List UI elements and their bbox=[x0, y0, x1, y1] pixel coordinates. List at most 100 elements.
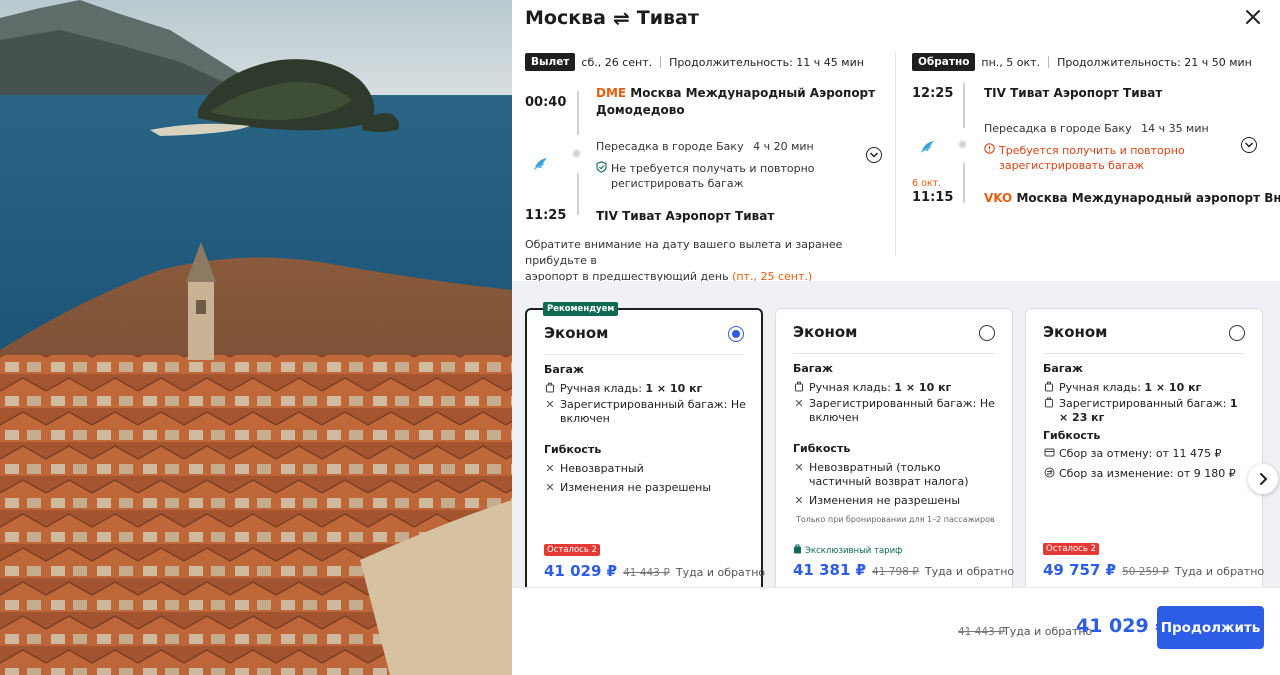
return-arr-airport-name: Москва Международный аэропорт Внуково А bbox=[1016, 191, 1280, 205]
checked-label: Зарегистрированный багаж: bbox=[809, 397, 977, 410]
price-row: 41 381 ₽ 41 798 ₽ Туда и обратно bbox=[793, 561, 1014, 579]
return-duration: Продолжительность: 21 ч 50 мин bbox=[1057, 55, 1252, 69]
price-note: Туда и обратно bbox=[675, 566, 766, 579]
airline-logo-icon bbox=[919, 138, 937, 156]
divider bbox=[660, 56, 662, 68]
carry-on-value: 1 × 10 кг bbox=[1144, 381, 1202, 394]
transfer-dot bbox=[958, 140, 967, 149]
tariff-old-price: 41 443 ₽ bbox=[623, 567, 670, 579]
return-arr-date: 6 окт. bbox=[912, 178, 942, 189]
cross-icon: ✕ bbox=[545, 462, 555, 475]
outbound-dep-airport-line1: Москва Международный Аэропорт bbox=[630, 86, 876, 100]
baggage-title: Багаж bbox=[1043, 362, 1083, 375]
return-transfer: Пересадка в городе Баку 14 ч 35 мин bbox=[984, 122, 1209, 135]
outbound-tag: Вылет bbox=[525, 53, 576, 71]
seats-left-badge: Осталось 2 bbox=[544, 544, 600, 556]
flexibility-title: Гибкость bbox=[1043, 429, 1101, 442]
return-tag: Обратно bbox=[912, 53, 976, 71]
carry-on-feature: Ручная кладь: 1 × 10 кг bbox=[1043, 381, 1248, 396]
tariff-radio[interactable] bbox=[1229, 325, 1245, 341]
destination-photo bbox=[0, 0, 512, 675]
return-arr-time: 11:15 bbox=[912, 190, 954, 205]
outbound-transfer-duration: 4 ч 20 мин bbox=[753, 140, 814, 153]
flex-text-2: Изменения не разрешены bbox=[809, 494, 961, 507]
exchange-icon bbox=[1043, 467, 1055, 482]
seats-left-badge: Осталось 2 bbox=[1043, 543, 1099, 555]
route-line bbox=[577, 173, 579, 215]
tariff-price: 41 029 ₽ bbox=[544, 562, 618, 580]
price-row: 49 757 ₽ 50 259 ₽ Туда и обратно bbox=[1043, 561, 1264, 579]
flex-feature-1: ✕ Невозвратный (только частичный возврат… bbox=[793, 461, 998, 489]
tariff-card-3[interactable]: Эконом Багаж Ручная кладь: 1 × 10 кг Зар… bbox=[1025, 308, 1264, 587]
checked-label: Зарегистрированный багаж: bbox=[560, 398, 728, 411]
carry-on-value: 1 × 10 кг bbox=[645, 382, 703, 395]
flexibility-title: Гибкость bbox=[793, 442, 851, 455]
outbound-bag-line1: Не требуется получать и повторно bbox=[611, 162, 815, 175]
tariff-name: Эконом bbox=[544, 324, 609, 342]
return-dep-airport-name: Тиват Аэропорт Тиват bbox=[1010, 86, 1163, 100]
departure-notice: Обратите внимание на дату вашего вылета … bbox=[525, 237, 895, 285]
tariff-options: Рекомендуем Эконом Багаж Ручная кладь: 1… bbox=[512, 281, 1280, 587]
close-icon[interactable] bbox=[1242, 6, 1264, 28]
outbound-transfer-city: Пересадка в городе Баку bbox=[596, 140, 744, 153]
flex-feature-1: Сбор за отмену: от 11 475 ₽ bbox=[1043, 447, 1248, 462]
flex-text-2: Сбор за изменение: от 9 180 ₽ bbox=[1059, 467, 1236, 480]
airline-logo-icon bbox=[532, 155, 550, 173]
carry-on-label: Ручная кладь: bbox=[1059, 381, 1141, 394]
checked-bag-feature: ✕ Зарегистрированный багаж: Не включен bbox=[544, 398, 747, 426]
return-header: Обратно пн., 5 окт. Продолжительность: 2… bbox=[912, 53, 1272, 71]
return-transfer-duration: 14 ч 35 мин bbox=[1141, 122, 1209, 135]
tariff-radio[interactable] bbox=[728, 326, 744, 342]
tariff-price: 41 381 ₽ bbox=[793, 561, 867, 579]
outbound-arr-airport-name: Тиват Аэропорт Тиват bbox=[622, 209, 775, 223]
tariff-old-price: 50 259 ₽ bbox=[1122, 566, 1169, 578]
bag-icon bbox=[544, 382, 556, 397]
cross-icon: ✕ bbox=[794, 494, 804, 507]
route-from: Москва bbox=[525, 7, 606, 29]
return-bag-line2: зарегистрировать багаж bbox=[999, 159, 1145, 172]
notice-line1: Обратите внимание на дату вашего вылета … bbox=[525, 238, 843, 267]
tariff-radio[interactable] bbox=[979, 325, 995, 341]
carry-on-label: Ручная кладь: bbox=[809, 381, 891, 394]
bag-icon bbox=[793, 544, 802, 557]
cross-icon: ✕ bbox=[794, 461, 804, 474]
continue-button[interactable]: Продолжить bbox=[1157, 606, 1264, 649]
return-dep-airport: TIV Тиват Аэропорт Тиват bbox=[984, 85, 1162, 102]
refund-icon bbox=[1043, 447, 1055, 462]
tariff-card-1[interactable]: Рекомендуем Эконом Багаж Ручная кладь: 1… bbox=[525, 302, 766, 587]
outbound-header: Вылет сб., 26 сент. Продолжительность: 1… bbox=[525, 53, 895, 71]
divider bbox=[1048, 56, 1050, 68]
outbound-dep-airport-line2: Домодедово bbox=[596, 103, 685, 117]
baggage-title: Багаж bbox=[544, 363, 584, 376]
chevron-down-icon[interactable] bbox=[1241, 137, 1257, 153]
flex-feature-2: Сбор за изменение: от 9 180 ₽ bbox=[1043, 467, 1248, 482]
carry-on-label: Ручная кладь: bbox=[560, 382, 642, 395]
footer-total-price: 41 029 ₽ bbox=[1076, 615, 1169, 637]
leg-divider bbox=[895, 52, 896, 256]
tariff-card-2[interactable]: Эконом Багаж Ручная кладь: 1 × 10 кг ✕ З… bbox=[775, 308, 1014, 587]
outbound-dep-airport: DME Москва Международный Аэропорт Домоде… bbox=[596, 85, 886, 119]
chevron-down-icon[interactable] bbox=[866, 147, 882, 163]
footer-old-price: 41 443 ₽ bbox=[958, 626, 1005, 638]
carry-on-value: 1 × 10 кг bbox=[894, 381, 952, 394]
tariff-name: Эконом bbox=[793, 323, 858, 341]
cross-icon: ✕ bbox=[545, 481, 555, 494]
cross-icon: ✕ bbox=[794, 397, 804, 410]
flex-text-1: Невозвратный bbox=[560, 462, 644, 475]
price-note: Туда и обратно bbox=[1174, 565, 1265, 578]
tariff-price: 49 757 ₽ bbox=[1043, 561, 1117, 579]
chevron-right-icon[interactable] bbox=[1248, 464, 1278, 494]
flight-details-panel: Москва ⇌ Тиват Вылет сб., 26 сент. Продо… bbox=[512, 0, 1280, 675]
divider bbox=[1043, 353, 1245, 354]
tariff-name: Эконом bbox=[1043, 323, 1108, 341]
exclusive-badge: Эксклюзивный тариф bbox=[793, 544, 902, 557]
bag-icon bbox=[1043, 381, 1055, 396]
cross-icon: ✕ bbox=[545, 398, 555, 411]
return-dep-code: TIV bbox=[984, 86, 1006, 100]
flex-feature-2: ✕ Изменения не разрешены bbox=[793, 494, 998, 508]
checked-bag-feature: Зарегистрированный багаж: 1 × 23 кг bbox=[1043, 397, 1248, 425]
flex-text-1: Невозвратный (только частичный возврат н… bbox=[809, 461, 969, 488]
route-line bbox=[963, 163, 965, 203]
warning-icon bbox=[984, 143, 995, 173]
tariff-old-price: 41 798 ₽ bbox=[872, 566, 919, 578]
